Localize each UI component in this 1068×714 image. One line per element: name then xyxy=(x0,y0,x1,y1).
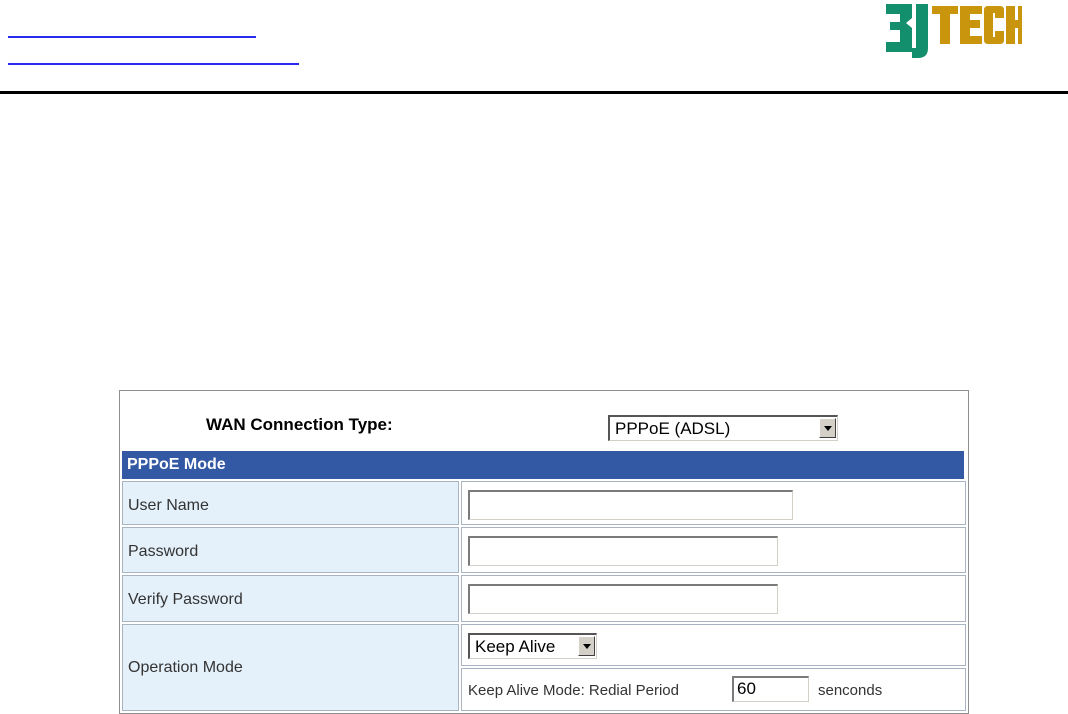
chevron-down-icon[interactable] xyxy=(578,636,595,656)
password-input[interactable] xyxy=(468,536,778,566)
user-name-label: User Name xyxy=(128,497,209,514)
redial-period-unit: senconds xyxy=(818,682,883,699)
section-title: PPPoE Mode xyxy=(127,456,226,473)
user-name-label-cell: User Name xyxy=(122,481,459,525)
logo-3j-mark xyxy=(886,4,928,58)
pppoe-settings-panel: WAN Connection Type: PPPoE (ADSL) PPPoE … xyxy=(119,390,969,714)
password-label: Password xyxy=(128,543,199,560)
redial-period-label: Keep Alive Mode: Redial Period xyxy=(468,682,679,699)
verify-password-label-cell: Verify Password xyxy=(122,575,459,622)
wan-type-select[interactable]: PPPoE (ADSL) xyxy=(608,415,838,441)
header-link-2[interactable] xyxy=(8,63,299,65)
wan-type-label: WAN Connection Type: xyxy=(206,415,393,434)
verify-password-value-cell xyxy=(461,575,966,622)
operation-mode-value: Keep Alive xyxy=(475,637,556,656)
header-link-1[interactable] xyxy=(8,36,256,38)
wan-type-value: PPPoE (ADSL) xyxy=(615,419,731,438)
operation-mode-select[interactable]: Keep Alive xyxy=(468,633,597,659)
wan-type-row: WAN Connection Type: PPPoE (ADSL) xyxy=(120,391,968,449)
user-name-value-cell xyxy=(461,481,966,525)
company-logo xyxy=(886,4,1022,58)
operation-mode-label-cell: Operation Mode xyxy=(122,624,459,711)
password-label-cell: Password xyxy=(122,527,459,573)
chevron-down-icon[interactable] xyxy=(819,418,836,438)
operation-mode-select-cell: Keep Alive xyxy=(461,624,966,666)
user-name-input[interactable] xyxy=(468,490,793,520)
operation-mode-label: Operation Mode xyxy=(128,659,243,676)
section-header: PPPoE Mode xyxy=(122,451,964,479)
verify-password-input[interactable] xyxy=(468,584,778,614)
redial-period-input[interactable]: 60 xyxy=(732,676,809,702)
verify-password-label: Verify Password xyxy=(128,591,243,608)
logo-tech-text xyxy=(932,6,1022,44)
password-value-cell xyxy=(461,527,966,573)
redial-period-cell: Keep Alive Mode: Redial Period 60 sencon… xyxy=(461,668,966,711)
header-rule xyxy=(0,91,1068,94)
